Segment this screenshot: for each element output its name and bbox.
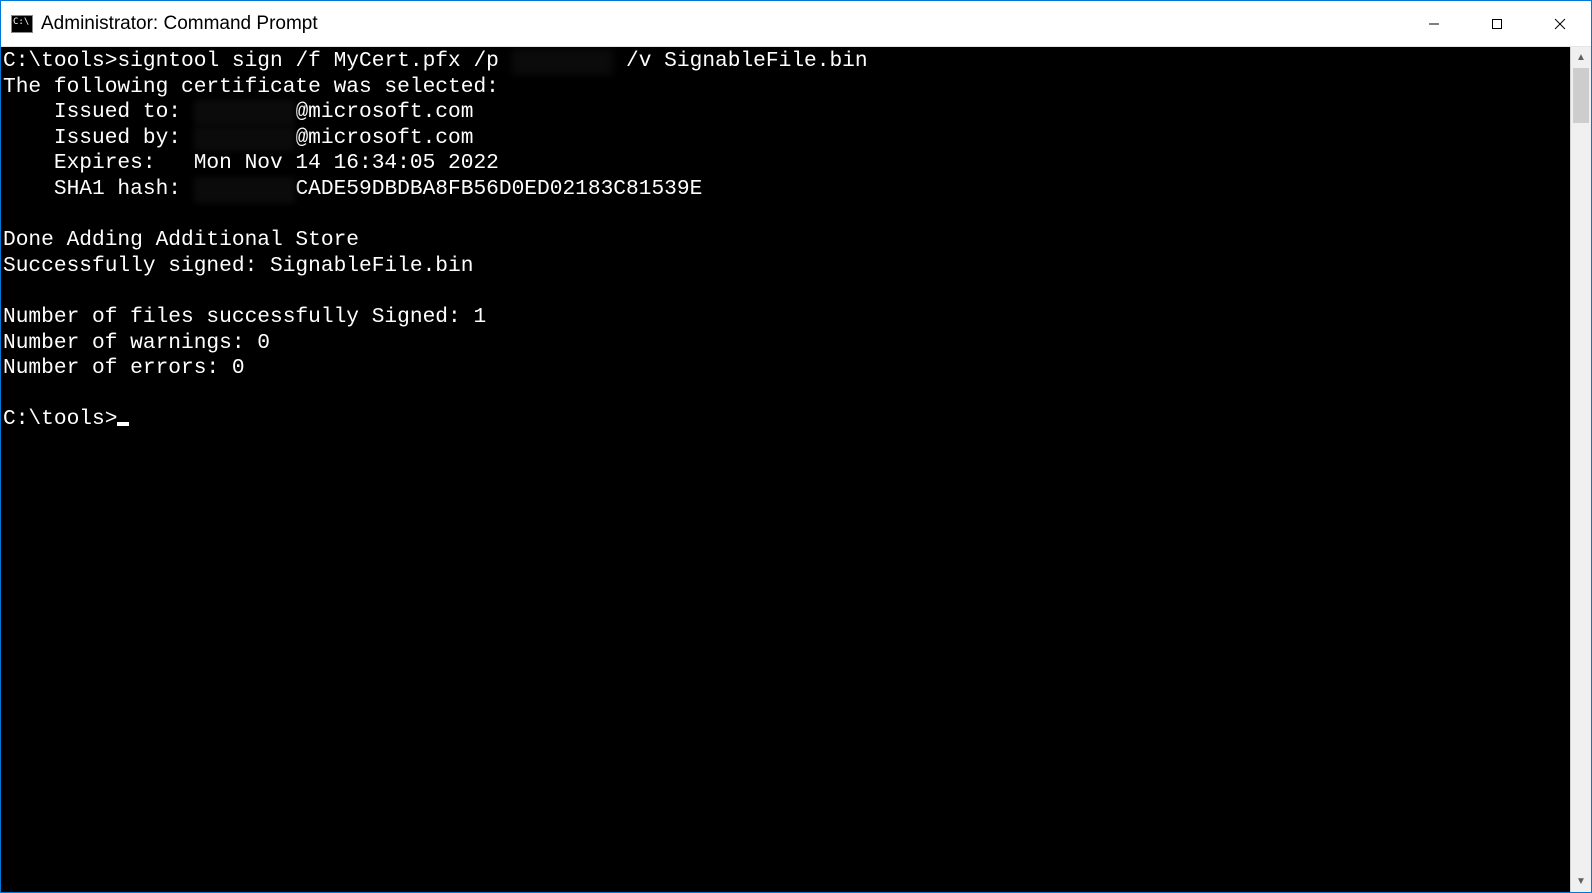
issued-to-suffix: @microsoft.com [295,100,473,124]
minimize-icon [1428,18,1440,30]
command-prompt-window: Administrator: Command Prompt C:\tools>s… [0,0,1592,893]
redacted-issued-by: ████████ [194,126,296,152]
prompt: C:\tools> [3,407,117,431]
scroll-thumb[interactable] [1573,68,1589,123]
maximize-button[interactable] [1465,1,1528,47]
close-icon [1554,18,1566,30]
output-selected: The following certificate was selected: [3,75,499,99]
scroll-up-arrow-icon[interactable]: ▲ [1571,47,1591,68]
num-errors-line: Number of errors: 0 [3,356,245,380]
titlebar[interactable]: Administrator: Command Prompt [1,1,1591,47]
close-button[interactable] [1528,1,1591,47]
sha1-label: SHA1 hash: [3,177,194,201]
issued-by-label: Issued by: [3,126,194,150]
expires-line: Expires: Mon Nov 14 16:34:05 2022 [3,151,499,175]
redacted-sha1: ████████ [194,177,296,203]
issued-to-label: Issued to: [3,100,194,124]
num-signed-line: Number of files successfully Signed: 1 [3,305,486,329]
command-pre: signtool sign /f MyCert.pfx /p [117,49,511,73]
scroll-down-arrow-icon[interactable]: ▼ [1571,871,1591,892]
window-title: Administrator: Command Prompt [41,13,318,35]
terminal-output[interactable]: C:\tools>signtool sign /f MyCert.pfx /p … [1,47,1570,892]
done-store-line: Done Adding Additional Store [3,228,359,252]
maximize-icon [1491,18,1503,30]
num-warnings-line: Number of warnings: 0 [3,331,270,355]
prompt: C:\tools> [3,49,117,73]
scroll-track[interactable] [1571,68,1591,871]
text-cursor [117,422,129,426]
minimize-button[interactable] [1402,1,1465,47]
redacted-password: ████████ [512,49,614,75]
command-post: /v SignableFile.bin [613,49,867,73]
sha1-suffix: CADE59DBDBA8FB56D0ED02183C81539E [295,177,702,201]
redacted-issued-to: ████████ [194,100,296,126]
vertical-scrollbar[interactable]: ▲ ▼ [1570,47,1591,892]
client-area: C:\tools>signtool sign /f MyCert.pfx /p … [1,47,1591,892]
success-signed-line: Successfully signed: SignableFile.bin [3,254,473,278]
issued-by-suffix: @microsoft.com [295,126,473,150]
cmd-icon [11,15,33,33]
